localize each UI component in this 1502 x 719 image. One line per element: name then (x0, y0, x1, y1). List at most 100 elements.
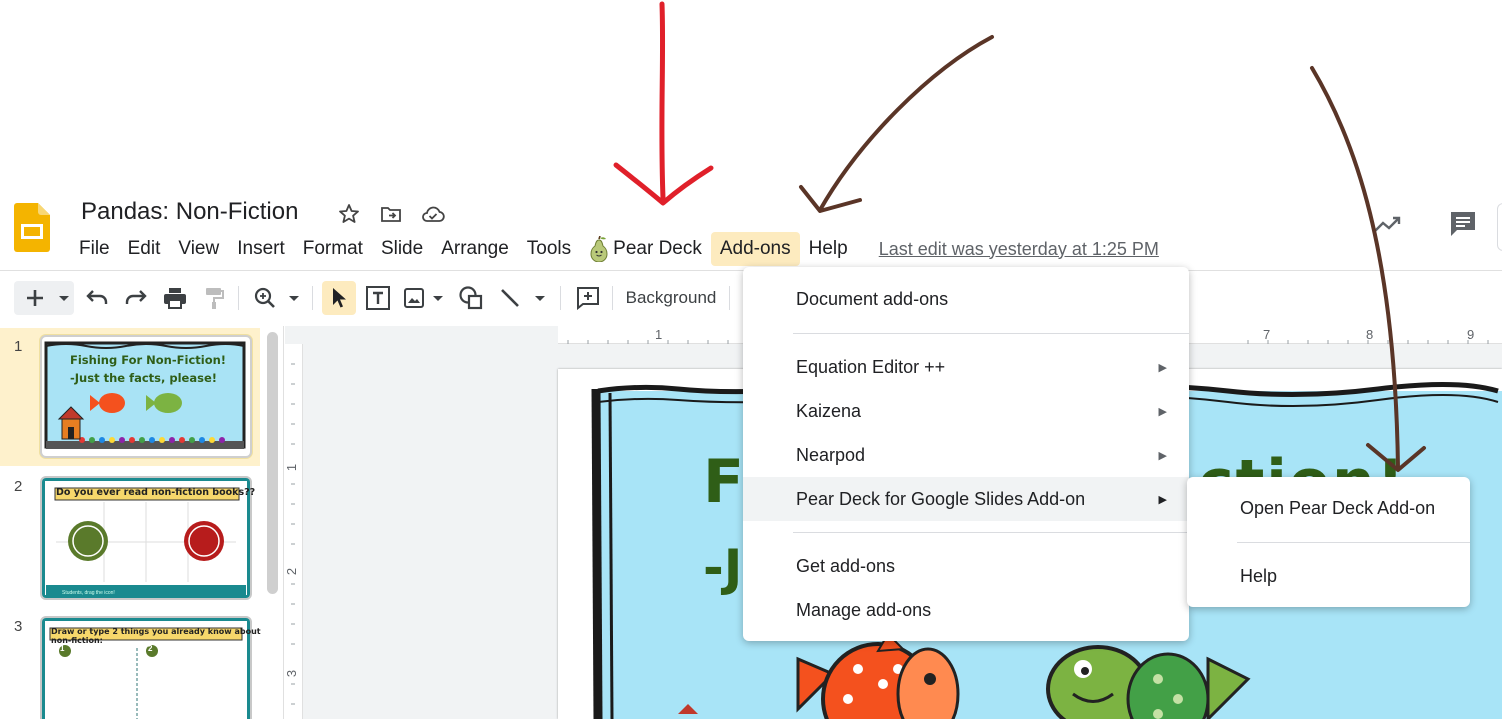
shape-button[interactable] (456, 281, 486, 315)
zoom-button[interactable] (252, 281, 304, 315)
add-comment-icon (577, 287, 599, 310)
ruler-number: 7 (1263, 327, 1271, 342)
ruler-number: 8 (1366, 327, 1374, 342)
equation-editor-item[interactable]: Equation Editor ++ ▶ (743, 345, 1189, 389)
plus-icon (27, 290, 69, 306)
redo-button[interactable] (123, 281, 149, 315)
slide-number: 2 (14, 478, 23, 495)
submenu-arrow-icon: ▶ (1158, 493, 1167, 506)
thumbnail-title: Draw or type 2 things you already know a… (51, 627, 261, 645)
menu-item-label: Pear Deck for Google Slides Add-on (796, 488, 1086, 509)
menu-addons[interactable]: Add-ons (710, 232, 800, 266)
badge-number: 1 (60, 644, 65, 653)
menu-item-label: Equation Editor ++ (796, 356, 946, 377)
menu-item-label: Kaizena (796, 400, 862, 421)
menu-separator (793, 333, 1189, 334)
pear-deck-submenu: Open Pear Deck Add-on Help (1187, 477, 1470, 607)
slides-window: Pandas: Non-Fiction File Edit View Inser… (0, 0, 1502, 719)
activity-trend-icon[interactable] (1370, 207, 1404, 241)
thumbnail-footer: Students, drag the icon! (62, 590, 115, 596)
text-box-button[interactable] (364, 281, 392, 315)
menu-pear-deck[interactable]: Pear Deck (580, 232, 711, 266)
slide-filmstrip: 1 Fishing For Non-Fiction! -Just the fac… (0, 326, 284, 719)
menu-bar: File Edit View Insert Format Slide Arran… (70, 232, 1159, 266)
shape-icon (459, 286, 483, 310)
menu-help[interactable]: Help (800, 232, 857, 266)
new-slide-button[interactable] (14, 281, 74, 315)
thumbnail-title-line2: -Just the facts, please! (70, 371, 217, 385)
slides-logo-icon[interactable] (14, 203, 50, 252)
share-button-edge[interactable] (1497, 203, 1502, 251)
cloud-saved-icon[interactable] (419, 200, 447, 228)
pear-deck-help-item[interactable]: Help (1187, 554, 1470, 598)
filmstrip-scrollbar[interactable] (267, 332, 278, 594)
undo-button[interactable] (84, 281, 110, 315)
title-actions (335, 200, 447, 228)
move-to-folder-icon[interactable] (377, 200, 405, 228)
paint-format-button[interactable] (200, 281, 228, 315)
ruler-number: 1 (284, 463, 300, 472)
submenu-arrow-icon: ▶ (1158, 361, 1167, 374)
menu-separator (793, 532, 1189, 533)
toolbar-separator (729, 286, 730, 310)
gravel (79, 437, 225, 443)
ruler-number: 9 (1467, 327, 1475, 342)
thumbnail-title: Do you ever read non-fiction books?? (56, 487, 256, 498)
pear-icon (590, 236, 608, 262)
menu-pear-deck-label: Pear Deck (613, 238, 702, 259)
menu-format[interactable]: Format (294, 232, 372, 266)
addons-dropdown: Document add-ons Equation Editor ++ ▶ Ka… (743, 267, 1189, 641)
header-right-actions (1370, 207, 1480, 241)
open-pear-deck-item[interactable]: Open Pear Deck Add-on (1187, 486, 1470, 530)
insert-image-button[interactable] (402, 281, 448, 315)
slide-number: 1 (14, 338, 23, 355)
document-addons-item[interactable]: Document add-ons (743, 277, 1189, 321)
line-icon (501, 289, 545, 307)
last-edit-link[interactable]: Last edit was yesterday at 1:25 PM (879, 239, 1159, 260)
nearpod-item[interactable]: Nearpod ▶ (743, 433, 1189, 477)
cursor-arrow-icon (333, 288, 346, 308)
menu-view[interactable]: View (169, 232, 228, 266)
undo-icon (86, 290, 108, 304)
select-tool-button[interactable] (322, 281, 356, 315)
submenu-arrow-icon: ▶ (1158, 405, 1167, 418)
get-addons-item[interactable]: Get add-ons (743, 544, 1189, 588)
menu-separator (1237, 542, 1470, 543)
badge-number: 2 (148, 644, 153, 653)
slide-subtitle-start: -J (703, 539, 743, 597)
document-title[interactable]: Pandas: Non-Fiction (81, 198, 298, 226)
comments-icon[interactable] (1446, 207, 1480, 241)
kaizena-item[interactable]: Kaizena ▶ (743, 389, 1189, 433)
line-button[interactable] (498, 281, 550, 315)
toolbar-separator (312, 286, 313, 310)
submenu-arrow-icon: ▶ (1158, 449, 1167, 462)
background-button[interactable]: Background (622, 281, 720, 315)
add-comment-button[interactable] (574, 281, 602, 315)
menu-tools[interactable]: Tools (518, 232, 580, 266)
print-button[interactable] (161, 281, 189, 315)
text-box-icon (366, 286, 390, 310)
toolbar-separator (238, 286, 239, 310)
redo-icon (125, 290, 147, 304)
thumbnail-title-line1: Fishing For Non-Fiction! (70, 353, 227, 367)
manage-addons-item[interactable]: Manage add-ons (743, 588, 1189, 632)
paint-format-icon (206, 288, 224, 309)
menu-arrange[interactable]: Arrange (432, 232, 518, 266)
ruler-number: 2 (284, 567, 300, 576)
menu-slide[interactable]: Slide (372, 232, 432, 266)
image-icon (404, 288, 443, 308)
menu-edit[interactable]: Edit (119, 232, 170, 266)
toolbar-separator (560, 286, 561, 310)
star-icon[interactable] (335, 200, 363, 228)
ruler-number: 3 (284, 669, 300, 678)
toolbar-separator (612, 286, 613, 310)
pear-deck-addon-item[interactable]: Pear Deck for Google Slides Add-on ▶ (743, 477, 1189, 521)
ruler-ticks (291, 363, 295, 705)
slide-number: 3 (14, 618, 23, 635)
menu-item-label: Nearpod (796, 444, 866, 465)
print-icon (164, 288, 186, 309)
ruler-number: 1 (655, 327, 663, 342)
menu-file[interactable]: File (70, 232, 119, 266)
vertical-ruler[interactable]: 1 2 3 (284, 344, 303, 719)
menu-insert[interactable]: Insert (228, 232, 294, 266)
